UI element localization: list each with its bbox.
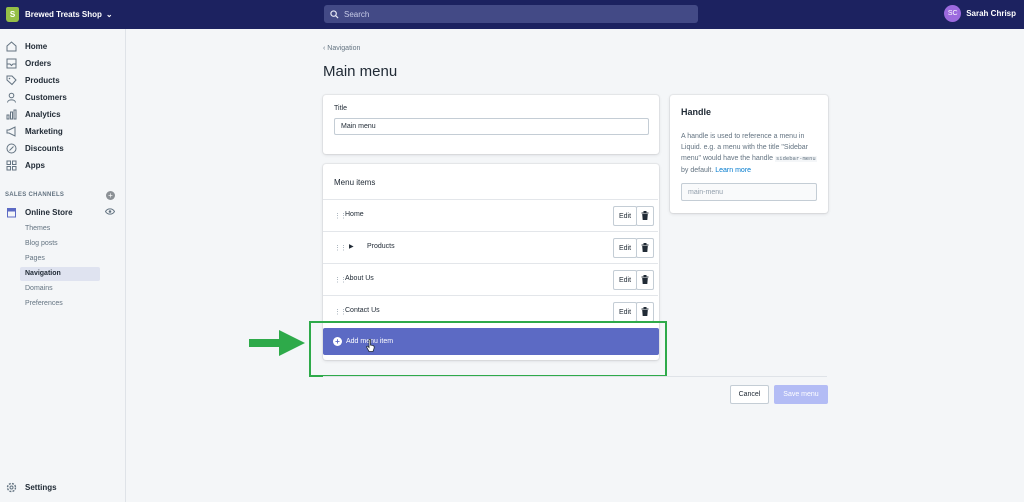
divider [323, 376, 827, 377]
sidebar-item-label: Orders [25, 59, 52, 68]
sidebar-item-label: Customers [25, 93, 67, 102]
tag-icon [5, 75, 17, 86]
breadcrumb-label: Navigation [327, 45, 361, 52]
sidebar-item-label: Settings [25, 483, 57, 492]
store-switcher[interactable]: S Brewed Treats Shop ⌄ [6, 7, 113, 22]
sidebar-item-label: Apps [25, 161, 45, 170]
title-card: Title Main menu [323, 95, 659, 154]
bar-chart-icon [5, 109, 17, 120]
handle-heading: Handle [681, 107, 712, 117]
delete-button[interactable] [636, 238, 654, 258]
delete-button[interactable] [636, 270, 654, 290]
top-bar: S Brewed Treats Shop ⌄ Search SC Sarah C… [0, 0, 1024, 29]
delete-button[interactable] [636, 206, 654, 226]
page-title: Main menu [323, 63, 398, 80]
search-placeholder: Search [344, 9, 370, 19]
sidebar-subitem-navigation[interactable]: Navigation [20, 267, 100, 281]
breadcrumb[interactable]: ‹ Navigation [323, 45, 360, 52]
handle-desc-code: sidebar-menu [774, 156, 817, 162]
sidebar-item-apps[interactable]: Apps [5, 160, 45, 171]
title-field[interactable]: Main menu [334, 118, 649, 135]
orders-icon [5, 58, 17, 69]
title-field-value: Main menu [341, 123, 376, 130]
drag-handle-icon[interactable]: ⋮⋮ [334, 244, 347, 252]
sidebar-item-settings[interactable]: Settings [5, 482, 57, 493]
menu-item-label: About Us [345, 275, 374, 282]
sidebar-subitem-blog-posts[interactable]: Blog posts [20, 237, 100, 251]
handle-description: A handle is used to reference a menu in … [681, 131, 821, 176]
sidebar-item-online-store[interactable]: Online Store [5, 207, 73, 218]
sidebar: Home Orders Products Customers Analytics… [0, 29, 126, 502]
highlight-box [309, 321, 667, 377]
user-menu[interactable]: SC Sarah Chrisp [944, 5, 1016, 22]
sidebar-item-discounts[interactable]: Discounts [5, 143, 64, 154]
cancel-button[interactable]: Cancel [730, 385, 769, 404]
handle-field-value: main-menu [688, 188, 724, 196]
menu-item-label: Home [345, 211, 364, 218]
gear-icon [5, 482, 17, 493]
apps-icon [5, 160, 17, 171]
sidebar-item-label: Analytics [25, 110, 61, 119]
sidebar-subitem-themes[interactable]: Themes [20, 222, 100, 236]
trash-icon [641, 210, 649, 222]
trash-icon [641, 274, 649, 286]
edit-button[interactable]: Edit [613, 206, 637, 226]
menu-item-label: Contact Us [345, 307, 380, 314]
search-icon [330, 9, 339, 19]
person-icon [5, 92, 17, 103]
sidebar-subitem-preferences[interactable]: Preferences [20, 297, 100, 311]
sidebar-item-analytics[interactable]: Analytics [5, 109, 61, 120]
store-icon [5, 207, 17, 218]
sidebar-item-label: Products [25, 76, 60, 85]
menu-item-label: Products [367, 243, 395, 250]
add-sales-channel-icon[interactable]: + [106, 191, 115, 200]
arrow-right-icon [249, 330, 305, 358]
discount-icon [5, 143, 17, 154]
sidebar-item-orders[interactable]: Orders [5, 58, 51, 69]
sidebar-item-customers[interactable]: Customers [5, 92, 67, 103]
avatar: SC [944, 5, 962, 22]
handle-card: Handle A handle is used to reference a m… [670, 95, 828, 213]
sidebar-item-home[interactable]: Home [5, 41, 47, 52]
sales-channels-label: SALES CHANNELS [5, 192, 65, 198]
home-icon [5, 41, 17, 52]
edit-button[interactable]: Edit [613, 238, 637, 258]
menu-items-heading: Menu items [334, 178, 376, 187]
trash-icon [641, 242, 649, 254]
search-input[interactable]: Search [324, 5, 698, 23]
trash-icon [641, 306, 649, 318]
sidebar-item-label: Home [25, 42, 48, 51]
chevron-down-icon: ⌄ [105, 10, 113, 19]
edit-button[interactable]: Edit [613, 302, 637, 322]
sidebar-item-label: Online Store [25, 208, 73, 217]
sidebar-item-marketing[interactable]: Marketing [5, 126, 63, 137]
user-name: Sarah Chrisp [966, 9, 1016, 18]
edit-button[interactable]: Edit [613, 270, 637, 290]
megaphone-icon [5, 126, 17, 137]
shopify-bag-icon: S [6, 7, 19, 22]
hand-cursor-icon [366, 338, 375, 354]
sidebar-item-label: Discounts [25, 144, 64, 153]
save-menu-button[interactable]: Save menu [774, 385, 828, 404]
handle-desc-text-end: by default. [681, 167, 716, 174]
sidebar-item-products[interactable]: Products [5, 75, 60, 86]
sidebar-subitem-pages[interactable]: Pages [20, 252, 100, 266]
menu-item-row[interactable]: ⋮⋮ ▶ Products Edit [323, 231, 658, 263]
handle-field[interactable]: main-menu [681, 183, 817, 201]
expand-caret-icon[interactable]: ▶ [349, 243, 354, 250]
learn-more-link[interactable]: Learn more [715, 167, 751, 174]
sidebar-subitem-domains[interactable]: Domains [20, 282, 100, 296]
menu-item-row[interactable]: ⋮⋮ Home Edit [323, 199, 658, 231]
sidebar-item-label: Marketing [25, 127, 63, 136]
menu-item-row[interactable]: ⋮⋮ About Us Edit [323, 263, 658, 295]
title-label: Title [334, 105, 347, 112]
eye-icon[interactable] [104, 208, 116, 217]
delete-button[interactable] [636, 302, 654, 322]
store-name: Brewed Treats Shop [25, 10, 102, 19]
